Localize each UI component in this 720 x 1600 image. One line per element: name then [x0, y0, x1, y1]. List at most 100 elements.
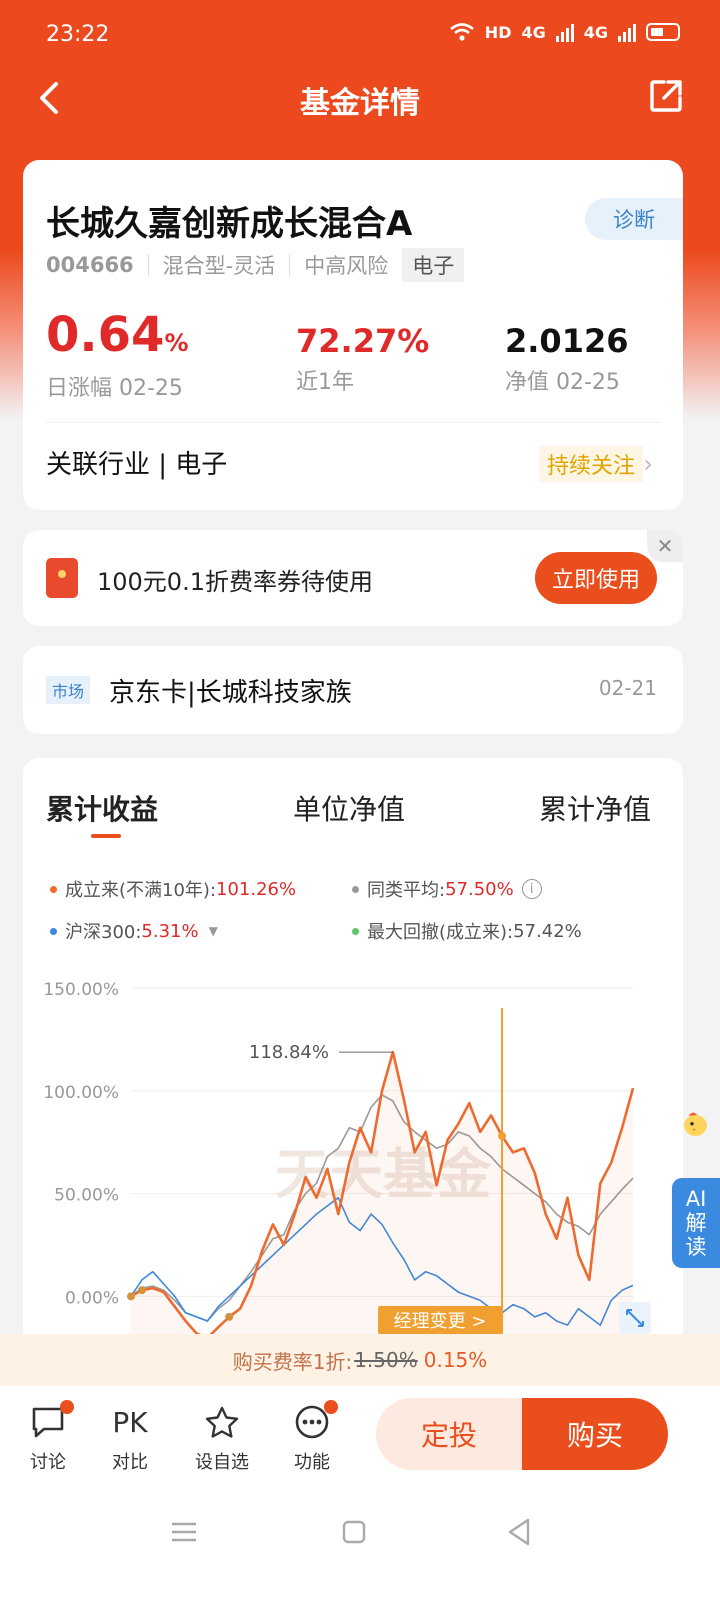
add-watchlist-button[interactable]: 设自选	[182, 1402, 262, 1474]
sector-tag: 电子	[402, 248, 465, 282]
news-card[interactable]: 市场 京东卡|长城科技家族 02-21	[23, 646, 683, 734]
use-now-button[interactable]: 立即使用	[535, 552, 657, 604]
event-dot	[225, 1312, 234, 1321]
performance-chart[interactable]: 150.00%100.00%50.00%0.00%天天基金118.84%-20.…	[23, 968, 683, 1334]
tab-cumulative-nav[interactable]: 累计净值	[539, 788, 651, 828]
divider	[46, 422, 660, 423]
signal-icon-2	[618, 22, 636, 42]
legend-dot	[50, 885, 57, 893]
back-icon[interactable]	[500, 1512, 540, 1552]
notification-dot	[324, 1400, 338, 1414]
watchlist-label: 设自选	[195, 1452, 249, 1473]
info-icon[interactable]: i	[521, 879, 542, 899]
legend-index-label: 沪深300:	[65, 922, 142, 943]
year-return-value: 72.27%	[296, 322, 430, 360]
legend-average-value: 57.50%	[445, 878, 514, 900]
fee-label: 购买费率1折:	[232, 1349, 353, 1374]
fund-name: 长城久嘉创新成长混合A	[46, 204, 413, 244]
fund-code: 004666	[46, 253, 134, 277]
manager-change-dot	[498, 1132, 507, 1140]
legend-drawdown-value: 57.42%	[513, 920, 582, 942]
ai-label: 解	[685, 1211, 707, 1235]
close-icon[interactable]: ✕	[647, 530, 683, 562]
discuss-label: 讨论	[30, 1452, 66, 1473]
event-dot	[127, 1292, 135, 1301]
functions-label: 功能	[294, 1452, 330, 1473]
signal-icon	[555, 22, 574, 42]
menu-icon[interactable]	[164, 1512, 204, 1552]
ai-interpret-button[interactable]: AI 解 读	[672, 1178, 720, 1268]
status-bar: 23:22 HD 4G 4G	[0, 0, 720, 70]
fund-info-card: 长城久嘉创新成长混合A 诊断 004666 混合型-灵活 中高风险 电子 0.6…	[23, 160, 683, 510]
auto-invest-button[interactable]: 定投	[376, 1398, 522, 1470]
legend-index[interactable]: 沪深300: 5.31% ▼	[50, 918, 218, 944]
nav-stat: 2.0126 净值 02-25	[505, 322, 628, 396]
share-icon[interactable]	[648, 78, 684, 114]
chat-icon	[8, 1400, 88, 1442]
nav-value: 2.0126	[505, 322, 629, 360]
legend-fund: 成立来(不满10年): 101.26%	[50, 876, 296, 902]
bottom-action-bar: 讨论 PK 对比 设自选 功能 定投 购买	[0, 1386, 720, 1482]
y-tick-label: 150.00%	[43, 980, 119, 1000]
coupon-text: 100元0.1折费率券待使用	[97, 568, 373, 596]
daily-change-number: 0.64	[46, 307, 165, 363]
ai-label: AI	[685, 1187, 707, 1211]
legend-average: 同类平均: 57.50% i	[352, 876, 542, 902]
more-icon	[272, 1400, 352, 1442]
fee-bar[interactable]: 购买费率1折: 1.50% 0.15%	[0, 1334, 720, 1386]
tab-cumulative-return[interactable]: 累计收益	[46, 788, 158, 828]
tab-unit-nav[interactable]: 单位净值	[293, 788, 405, 828]
legend-dot	[352, 927, 359, 935]
chevron-right-icon[interactable]: ›	[643, 450, 653, 478]
status-time: 23:22	[46, 22, 110, 47]
y-tick-label: 100.00%	[43, 1083, 119, 1103]
tab-indicator	[91, 834, 121, 838]
ai-mascot-icon[interactable]	[664, 1108, 720, 1178]
system-nav-bar	[0, 1482, 720, 1600]
y-tick-label: 50.00%	[54, 1186, 119, 1206]
functions-button[interactable]: 功能	[272, 1400, 352, 1474]
market-tag: 市场	[46, 676, 91, 704]
fee-old-rate: 1.50%	[354, 1348, 418, 1372]
legend-dot	[352, 885, 359, 893]
daily-change-unit: %	[164, 329, 189, 357]
daily-change-value: 0.64%	[46, 310, 188, 368]
chart-card: 累计收益 单位净值 累计净值 成立来(不满10年): 101.26% 同类平均: 5…	[23, 758, 683, 1378]
nav-label: 净值 02-25	[505, 370, 620, 395]
fund-risk: 中高风险	[304, 254, 389, 278]
legend-drawdown-label: 最大回撤(成立来):	[367, 922, 514, 943]
compare-label: 对比	[112, 1452, 148, 1473]
related-industry[interactable]: 关联行业 | 电子	[46, 444, 227, 481]
daily-change-stat: 0.64% 日涨幅 02-25	[46, 310, 188, 402]
fee-new-rate: 0.15%	[423, 1348, 488, 1372]
follow-tag[interactable]: 持续关注	[538, 446, 643, 482]
discuss-button[interactable]: 讨论	[8, 1400, 88, 1474]
legend-dot	[50, 927, 57, 935]
divider	[289, 254, 291, 276]
page-title: 基金详情	[300, 86, 420, 121]
dropdown-caret-icon[interactable]: ▼	[209, 924, 218, 938]
fund-type: 混合型-灵活	[162, 254, 276, 278]
hd-label: HD	[484, 22, 512, 42]
news-title[interactable]: 京东卡|长城科技家族	[109, 672, 352, 709]
legend-index-value: 5.31%	[141, 920, 199, 942]
notification-dot	[60, 1400, 74, 1414]
compare-button[interactable]: PK 对比	[90, 1402, 170, 1474]
diagnose-button[interactable]: 诊断	[585, 198, 683, 240]
home-icon[interactable]	[334, 1512, 374, 1552]
news-date: 02-21	[598, 676, 657, 700]
nav-bar: 基金详情	[0, 70, 720, 126]
signal-4g-label-2: 4G	[583, 22, 608, 42]
legend-average-label: 同类平均:	[367, 880, 446, 901]
divider	[147, 254, 149, 276]
event-dot	[137, 1286, 146, 1295]
ai-label: 读	[685, 1235, 707, 1259]
year-return-label: 近1年	[296, 370, 354, 395]
red-envelope-icon	[46, 558, 78, 598]
manager-change-label[interactable]: 经理变更 >	[394, 1311, 487, 1332]
buy-button[interactable]: 购买	[522, 1398, 668, 1470]
wifi-icon	[449, 23, 474, 41]
star-icon	[182, 1402, 262, 1442]
year-return-stat: 72.27% 近1年	[296, 322, 429, 396]
legend-drawdown: 最大回撤(成立来): 57.42%	[352, 918, 582, 944]
